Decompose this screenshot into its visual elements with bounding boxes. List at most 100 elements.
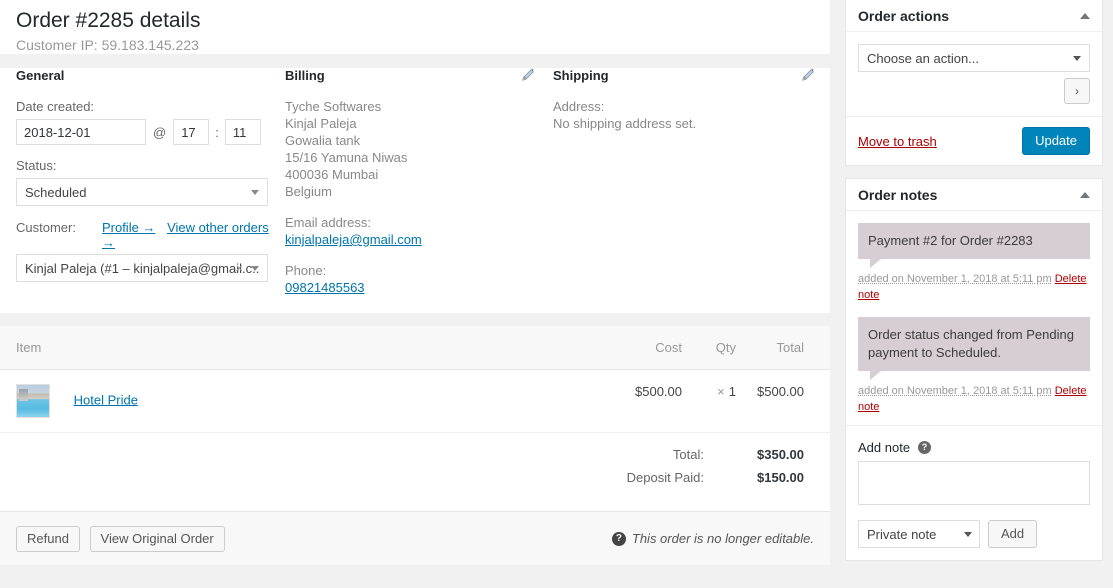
- billing-heading: Billing: [285, 68, 535, 84]
- total-row: Deposit Paid: $150.00: [0, 470, 804, 485]
- note-type-value: Private note: [867, 526, 937, 542]
- order-notes-box: Order notes Payment #2 for Order #2283 a…: [845, 178, 1103, 561]
- item-qty: × 1: [694, 369, 750, 433]
- main-content-column: Order #2285 details Customer IP: 59.183.…: [0, 0, 830, 588]
- order-data-panel: General Date created: @ : Status: Schedu…: [0, 68, 830, 313]
- date-created-input[interactable]: [16, 119, 146, 145]
- note-bubble: Order status changed from Pending paymen…: [858, 317, 1090, 380]
- minute-input[interactable]: [224, 119, 261, 145]
- billing-phone-link[interactable]: 09821485563: [285, 280, 365, 295]
- billing-heading-text: Billing: [285, 68, 325, 83]
- update-button[interactable]: Update: [1022, 127, 1090, 155]
- order-details-screen: Order #2285 details Customer IP: 59.183.…: [0, 0, 1113, 588]
- panel-gap: [0, 313, 830, 326]
- order-actions-title: Order actions: [858, 7, 950, 24]
- product-thumbnail: [16, 384, 50, 418]
- help-icon[interactable]: ?: [918, 441, 932, 454]
- hour-input[interactable]: [173, 119, 210, 145]
- qty-value: 1: [728, 384, 736, 399]
- add-note-controls: Private note Add: [858, 520, 1090, 548]
- billing-email-value: kinjalpaleja@gmail.com: [285, 231, 535, 249]
- billing-address-line: 15/16 Yamuna Niwas: [285, 150, 408, 165]
- status-select[interactable]: Scheduled: [16, 178, 268, 206]
- order-items-table: Item Cost Qty Total Hotel Pride $500.00: [0, 326, 830, 433]
- order-notes-title: Order notes: [858, 186, 938, 203]
- general-heading: General: [16, 68, 65, 83]
- edit-pencil-icon[interactable]: [801, 68, 815, 82]
- colon-separator: :: [215, 124, 219, 140]
- customer-select[interactable]: Kinjal Paleja (#1 – kinjalpaleja@gmail.c…: [16, 254, 268, 282]
- add-note-label-row: Add note ?: [858, 440, 1090, 455]
- order-notes-header: Order notes: [846, 179, 1102, 211]
- date-created-row: @ :: [16, 119, 278, 145]
- shipping-address-value: No shipping address set.: [553, 116, 697, 131]
- chevron-down-icon: [1073, 56, 1081, 61]
- general-column: General Date created: @ : Status: Schedu…: [16, 68, 278, 284]
- deposit-paid-value: $150.00: [757, 470, 804, 485]
- billing-email-link[interactable]: kinjalpaleja@gmail.com: [285, 232, 422, 247]
- column-header-item: Item: [0, 326, 622, 370]
- billing-address-line: Gowalia tank: [285, 133, 361, 148]
- order-notes-list: Payment #2 for Order #2283 added on Nove…: [846, 211, 1102, 415]
- apply-action-button[interactable]: ›: [1064, 78, 1090, 104]
- order-actions-footer: Move to trash Update: [846, 116, 1102, 165]
- column-header-total: Total: [750, 326, 830, 370]
- chevron-up-icon[interactable]: [1080, 12, 1090, 19]
- chevron-down-icon: [251, 190, 259, 195]
- product-name-link[interactable]: Hotel Pride: [74, 392, 138, 407]
- billing-phone-value: 09821485563: [285, 279, 535, 297]
- add-note-button[interactable]: Add: [988, 520, 1038, 548]
- clear-icon[interactable]: ×: [235, 262, 243, 275]
- billing-address: Tyche Softwares Kinjal Paleja Gowalia ta…: [285, 98, 535, 200]
- shipping-heading: Shipping: [553, 68, 815, 84]
- chevron-down-icon: [964, 532, 972, 537]
- note-meta: added on November 1, 2018 at 5:11 pm Del…: [858, 371, 1090, 415]
- customer-label: Customer:: [16, 220, 76, 235]
- chevron-up-icon[interactable]: [1080, 191, 1090, 198]
- billing-address-line: Tyche Softwares: [285, 99, 382, 114]
- qty-multiply-icon: ×: [717, 384, 725, 399]
- billing-phone-label: Phone:: [285, 263, 327, 278]
- customer-select-value: Kinjal Paleja (#1 – kinjalpaleja@gmail.c…: [25, 260, 259, 276]
- order-header: Order #2285 details Customer IP: 59.183.…: [0, 0, 830, 54]
- action-select[interactable]: Choose an action...: [858, 44, 1090, 72]
- billing-email-label: Email address:: [285, 215, 371, 230]
- add-note-textarea[interactable]: [858, 461, 1090, 505]
- total-value: $350.00: [757, 447, 804, 462]
- status-label: Status:: [16, 158, 57, 173]
- note-bubble: Payment #2 for Order #2283: [858, 223, 1090, 268]
- page-title: Order #2285 details: [16, 9, 201, 32]
- order-actions-box: Order actions Choose an action... › Move…: [845, 0, 1103, 166]
- sidebar: Order actions Choose an action... › Move…: [845, 0, 1103, 573]
- add-note-area: Add note ? Private note Add: [846, 426, 1102, 560]
- add-note-label: Add note: [858, 440, 911, 455]
- action-select-value: Choose an action...: [867, 50, 980, 66]
- note-meta: added on November 1, 2018 at 5:11 pm Del…: [858, 259, 1090, 303]
- profile-link[interactable]: Profile →: [102, 220, 155, 235]
- view-original-order-button[interactable]: View Original Order: [89, 525, 225, 552]
- items-table-head: Item Cost Qty Total: [0, 326, 830, 370]
- customer-ip: Customer IP: 59.183.145.223: [16, 37, 199, 53]
- billing-address-line: Belgium: [285, 184, 332, 199]
- list-item: Payment #2 for Order #2283 added on Nove…: [858, 223, 1090, 303]
- move-to-trash-link[interactable]: Move to trash: [858, 134, 937, 149]
- items-header-row: Item Cost Qty Total: [0, 326, 830, 370]
- items-footer-buttons: Refund View Original Order: [16, 525, 225, 552]
- shipping-address-label: Address:: [553, 99, 605, 114]
- edit-pencil-icon[interactable]: [521, 68, 535, 82]
- customer-links: Profile → View other orders →: [102, 220, 278, 250]
- shipping-heading-text: Shipping: [553, 68, 609, 83]
- billing-address-line: Kinjal Paleja: [285, 116, 357, 131]
- help-icon[interactable]: ?: [611, 531, 626, 546]
- note-type-select[interactable]: Private note: [858, 520, 980, 548]
- refund-button[interactable]: Refund: [16, 525, 80, 552]
- total-row: Total: $350.00: [0, 447, 804, 462]
- total-label: Total:: [672, 447, 704, 462]
- column-header-qty: Qty: [694, 326, 750, 370]
- chevron-down-icon: [251, 266, 259, 271]
- not-editable-text: This order is no longer editable.: [631, 531, 814, 546]
- column-header-cost: Cost: [622, 326, 694, 370]
- not-editable-notice: ? This order is no longer editable.: [611, 531, 814, 546]
- at-separator: @: [153, 124, 167, 140]
- item-cost: $500.00: [622, 369, 694, 433]
